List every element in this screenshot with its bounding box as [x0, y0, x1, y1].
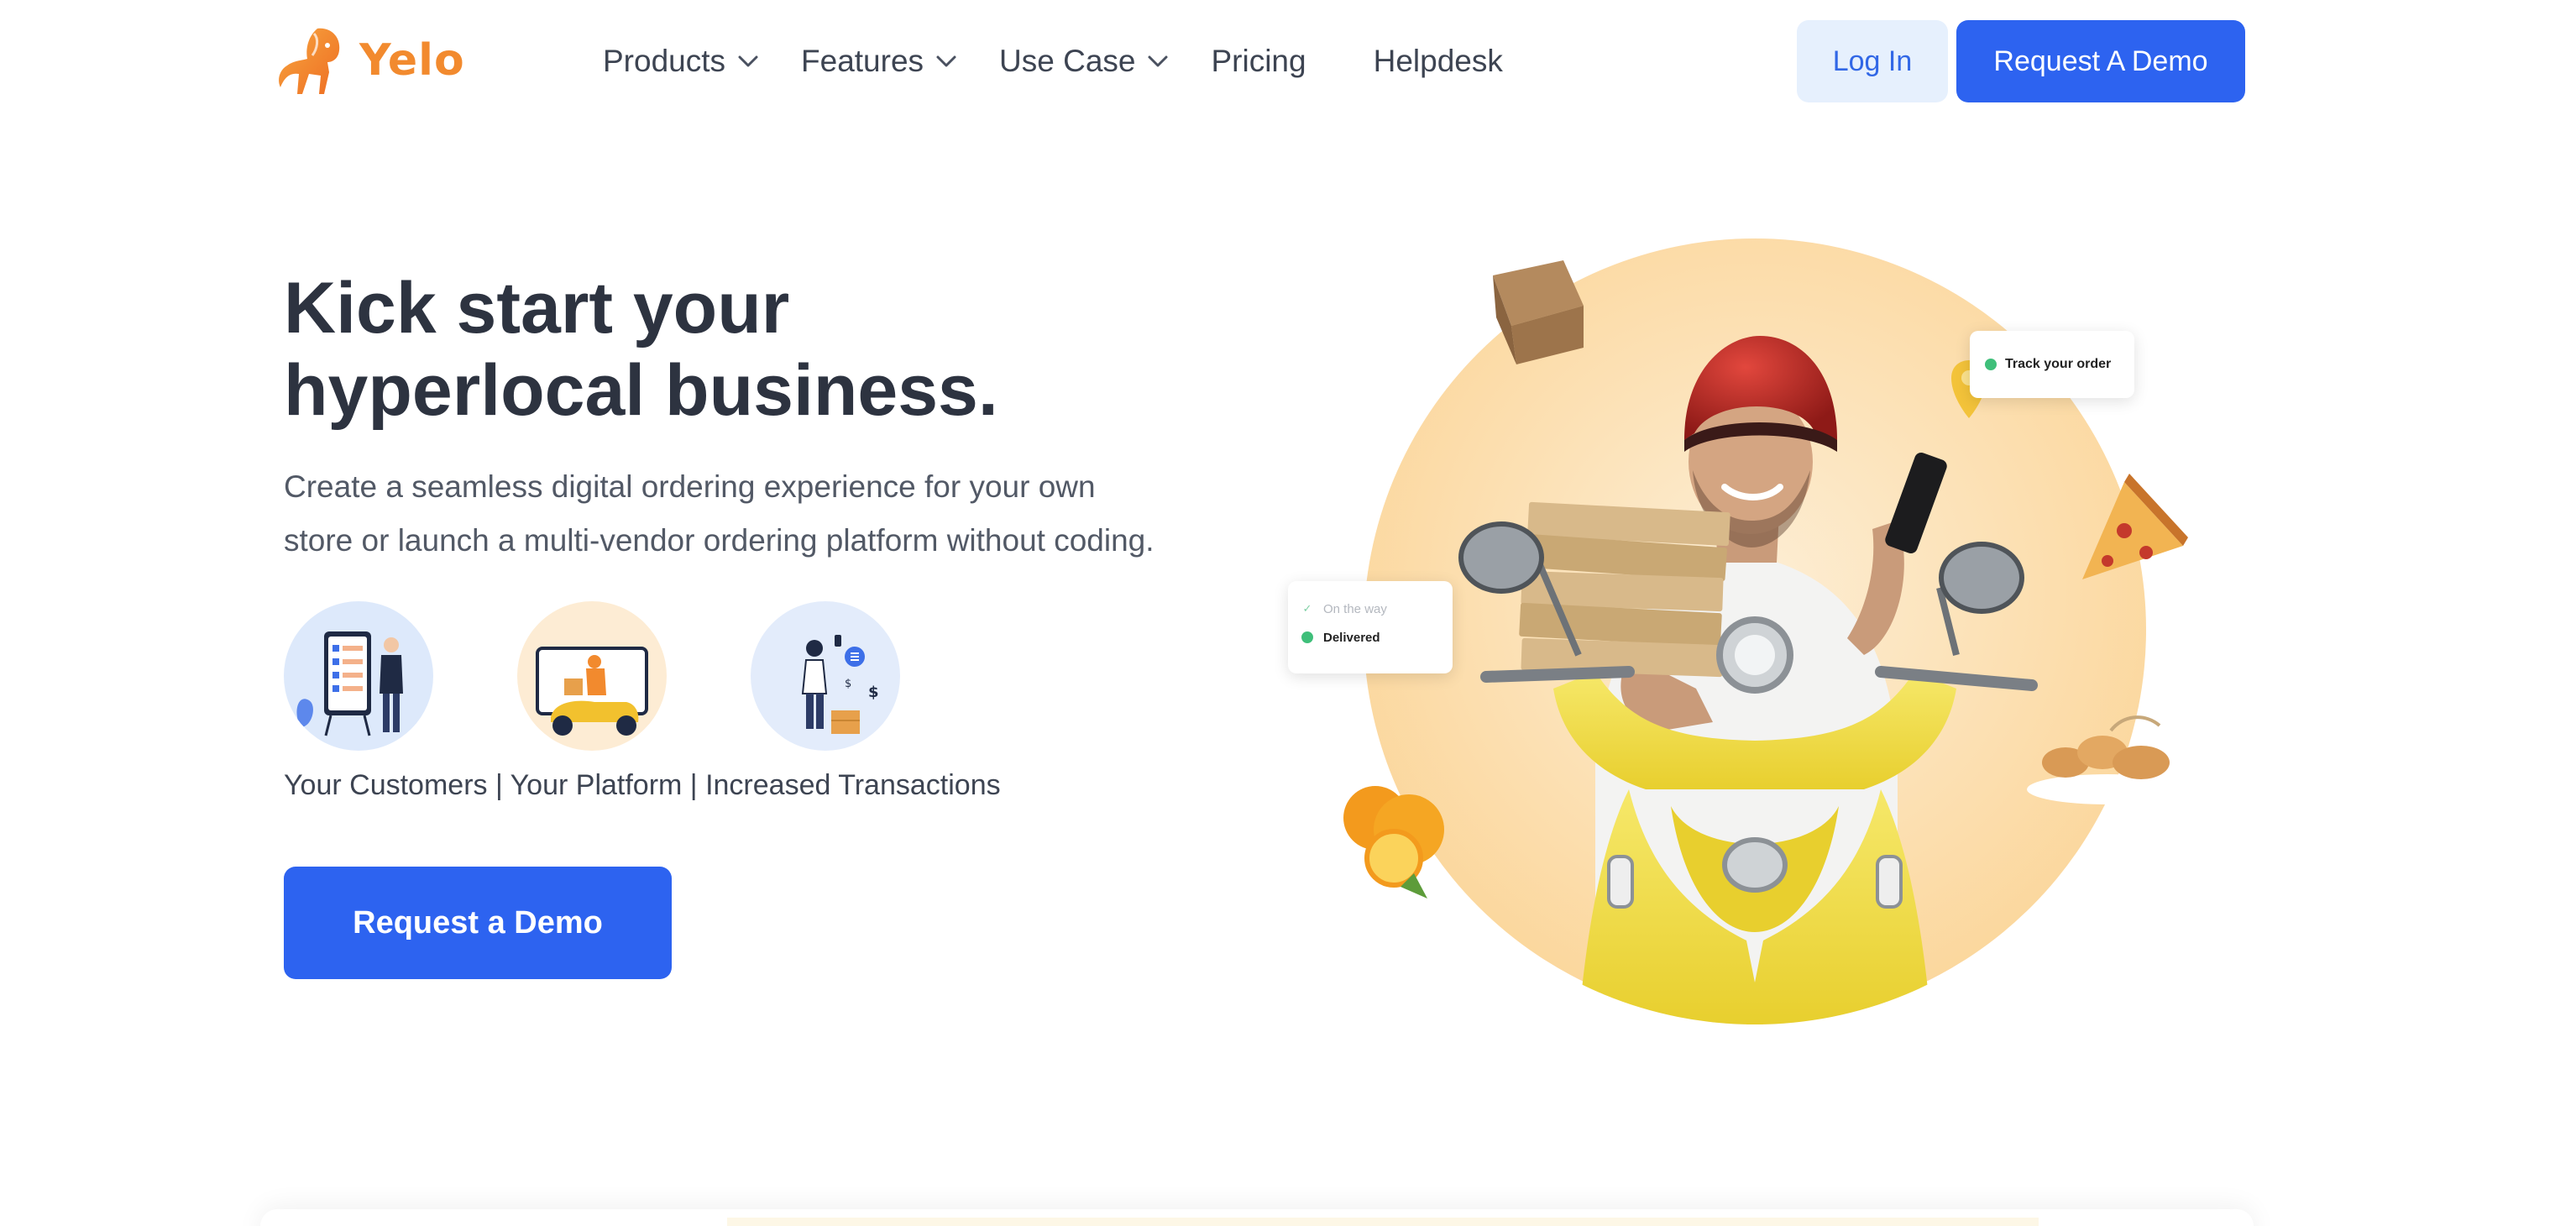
customer-kiosk-icon	[284, 601, 433, 751]
delivery-scooter-icon	[517, 601, 667, 751]
next-section-tint	[727, 1218, 2039, 1226]
svg-text:$: $	[845, 678, 851, 690]
hero-request-demo-button[interactable]: Request a Demo	[284, 867, 672, 979]
nav-products-label: Products	[603, 44, 726, 78]
check-icon: ✓	[1302, 602, 1312, 615]
hero-title-line-1: Kick start your	[284, 268, 790, 348]
brand-logo[interactable]: Yelo	[269, 20, 465, 101]
status-step-2-label: Delivered	[1323, 630, 1380, 645]
hero-subtitle-line-1: Create a seamless digital ordering exper…	[284, 469, 1096, 504]
chevron-down-icon	[738, 55, 758, 67]
status-step-1-label: On the way	[1323, 601, 1387, 616]
oranges	[1343, 786, 1444, 899]
track-order-card: Track your order	[1970, 331, 2134, 398]
nav-pricing[interactable]: Pricing	[1211, 44, 1306, 79]
status-dot-icon	[1985, 359, 1997, 370]
request-demo-button[interactable]: Request A Demo	[1956, 20, 2245, 102]
hero-title-line-2: hyperlocal business.	[284, 350, 998, 431]
delivery-status-card: ✓ On the way Delivered	[1288, 581, 1453, 673]
brand-name: Yelo	[359, 35, 465, 86]
status-step-delivered: Delivered	[1301, 623, 1439, 652]
login-button[interactable]: Log In	[1797, 20, 1948, 102]
main-menu: Products Features Use Case Pricing Helpd…	[603, 34, 1543, 89]
chevron-down-icon	[1148, 55, 1168, 67]
hero-title: Kick start your hyperlocal business.	[284, 267, 1291, 432]
hero-subtitle: Create a seamless digital ordering exper…	[284, 460, 1291, 568]
status-step-on-the-way: ✓ On the way	[1301, 595, 1439, 623]
lion-icon	[279, 28, 340, 94]
next-section-panel	[260, 1209, 2254, 1226]
svg-text:$: $	[868, 684, 879, 701]
nav-helpdesk-label: Helpdesk	[1373, 44, 1503, 78]
hero-subtitle-line-2: store or launch a multi-vendor ordering …	[284, 523, 1154, 558]
nav-features[interactable]: Features	[801, 44, 959, 79]
check-circle-icon	[1301, 631, 1313, 643]
nav-helpdesk[interactable]: Helpdesk	[1374, 44, 1503, 79]
chevron-down-icon	[936, 55, 956, 67]
nav-features-label: Features	[801, 44, 924, 78]
feature-icons-row: $ $	[284, 601, 900, 751]
track-order-label: Track your order	[2005, 357, 2112, 371]
top-navigation: Yelo Products Features Use Case Pricing …	[0, 0, 2576, 123]
nav-products[interactable]: Products	[603, 44, 761, 79]
features-caption: Your Customers | Your Platform | Increas…	[284, 769, 1001, 801]
nav-use-case-label: Use Case	[999, 44, 1136, 78]
transaction-person-icon: $ $	[751, 601, 900, 751]
nav-use-case[interactable]: Use Case	[999, 44, 1170, 79]
nav-pricing-label: Pricing	[1211, 44, 1306, 78]
